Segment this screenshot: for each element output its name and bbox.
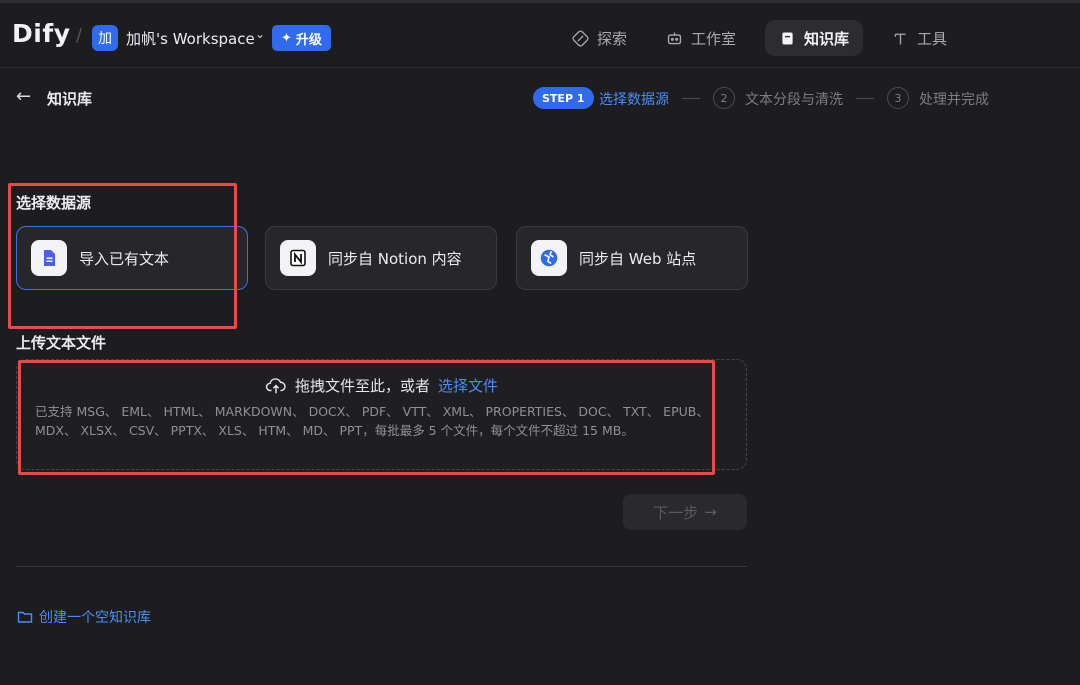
- next-label: 下一步: [653, 503, 699, 522]
- step-2-number: 2: [713, 87, 735, 109]
- next-step-button[interactable]: 下一步 →: [623, 494, 747, 530]
- nav-explore[interactable]: 探索: [558, 20, 641, 56]
- create-empty-label: 创建一个空知识库: [39, 610, 151, 626]
- source-notion[interactable]: 同步自 Notion 内容: [265, 226, 497, 290]
- chevron-down-icon[interactable]: ⌄: [255, 27, 265, 41]
- back-arrow-icon[interactable]: ←: [16, 86, 31, 107]
- nav-label: 探索: [597, 29, 628, 48]
- separator-slash: /: [76, 25, 83, 46]
- divider: [16, 566, 747, 567]
- step-3-label: 处理并完成: [919, 92, 989, 108]
- notion-icon: [280, 240, 316, 276]
- step-2-label: 文本分段与清洗: [745, 92, 843, 108]
- create-empty-knowledge-link[interactable]: 创建一个空知识库: [17, 607, 151, 627]
- upgrade-label: 升级: [295, 32, 322, 48]
- top-navigation-bar: Dify / 加 加帆's Workspace ⌄ ✦ 升级 探索 工作室 知识…: [0, 0, 1080, 68]
- nav-knowledge[interactable]: 知识库: [765, 20, 864, 56]
- source-label: 同步自 Web 站点: [579, 249, 697, 268]
- folder-icon: [17, 611, 33, 623]
- step-connector: [856, 98, 874, 99]
- sparkle-icon: ✦: [281, 30, 292, 46]
- nav-studio[interactable]: 工作室: [652, 20, 750, 56]
- dify-logo[interactable]: Dify: [12, 19, 71, 48]
- arrow-right-icon: →: [704, 503, 717, 521]
- compass-icon: [572, 29, 589, 47]
- step-1-label: 选择数据源: [599, 92, 669, 108]
- globe-icon: [531, 240, 567, 276]
- step-3-number: 3: [887, 87, 909, 109]
- nav-label: 工具: [917, 29, 948, 48]
- source-label: 同步自 Notion 内容: [328, 249, 462, 268]
- book-icon: [782, 32, 793, 44]
- step-connector: [682, 98, 700, 99]
- source-web[interactable]: 同步自 Web 站点: [516, 226, 748, 290]
- upgrade-button[interactable]: ✦ 升级: [272, 25, 331, 51]
- hammer-icon: [894, 33, 906, 44]
- workspace-avatar[interactable]: 加: [92, 25, 118, 51]
- highlight-box-upload: [18, 360, 715, 475]
- upload-title: 上传文本文件: [16, 334, 107, 352]
- nav-label: 工作室: [691, 29, 737, 48]
- nav-label: 知识库: [804, 29, 850, 48]
- workspace-name[interactable]: 加帆's Workspace: [126, 28, 255, 49]
- back-label[interactable]: 知识库: [47, 88, 92, 109]
- step-1-badge: STEP 1: [533, 87, 594, 109]
- highlight-box-datasource: [8, 183, 237, 329]
- robot-icon: [667, 32, 682, 44]
- nav-tools[interactable]: 工具: [878, 20, 961, 56]
- step-header: ← 知识库 STEP 1 选择数据源 2 文本分段与清洗 3 处理并完成: [0, 68, 1080, 128]
